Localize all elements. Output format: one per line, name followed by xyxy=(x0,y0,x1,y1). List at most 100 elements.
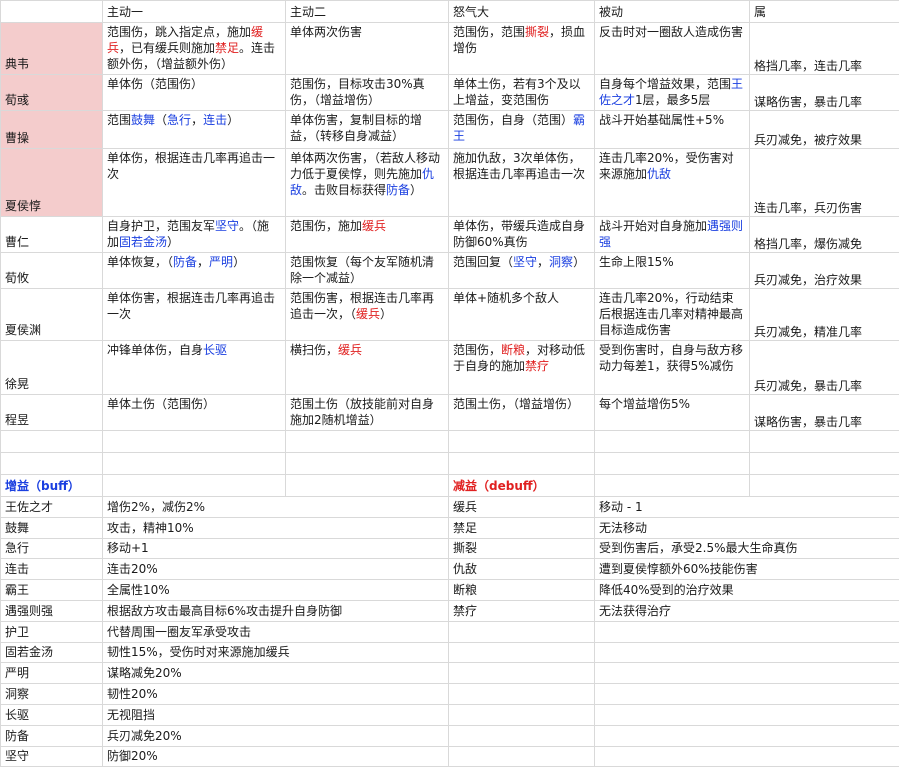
skill-cell-passive[interactable]: 受到伤害时，自身与敌方移动力每差1，获得5%减伤 xyxy=(594,340,750,395)
debuff-name[interactable]: 禁疗 xyxy=(448,599,595,622)
hero-name[interactable]: 曹操 xyxy=(0,110,103,149)
empty-cell[interactable] xyxy=(448,620,595,643)
skill-cell-rage[interactable]: 范围土伤，（增益增伤） xyxy=(448,394,595,431)
empty-cell[interactable] xyxy=(285,474,449,497)
hero-name[interactable]: 徐晃 xyxy=(0,340,103,395)
attribute-cell[interactable]: 格挡几率，连击几率 xyxy=(749,22,899,75)
hero-name[interactable]: 荀彧 xyxy=(0,74,103,111)
skill-cell-skill1[interactable]: 单体伤害，根据连击几率再追击一次 xyxy=(102,288,286,341)
empty-cell[interactable] xyxy=(0,430,103,453)
empty-cell[interactable] xyxy=(285,452,449,475)
buff-name[interactable]: 王佐之才 xyxy=(0,496,103,518)
empty-cell[interactable] xyxy=(448,430,595,453)
debuff-desc[interactable]: 遭到夏侯惇额外60%技能伤害 xyxy=(594,558,899,581)
buff-section-title[interactable]: 增益（buff） xyxy=(0,474,103,497)
skill-cell-rage[interactable]: 单体伤，带缓兵造成自身防御60%真伤 xyxy=(448,216,595,253)
buff-desc[interactable]: 防御20% xyxy=(102,745,449,768)
buff-desc[interactable]: 兵刃减免20% xyxy=(102,724,449,747)
column-header[interactable]: 怒气大 xyxy=(448,0,595,23)
skill-cell-rage[interactable]: 范围回复（坚守，洞察） xyxy=(448,252,595,289)
skill-cell-passive[interactable]: 连击几率20%，行动结束后根据连击几率对精神最高目标造成伤害 xyxy=(594,288,750,341)
buff-desc[interactable]: 连击20% xyxy=(102,558,449,581)
skill-cell-passive[interactable]: 每个增益增伤5% xyxy=(594,394,750,431)
empty-cell[interactable] xyxy=(594,703,899,726)
attribute-cell[interactable]: 格挡几率，爆伤减免 xyxy=(749,216,899,253)
skill-cell-passive[interactable]: 战斗开始基础属性+5% xyxy=(594,110,750,149)
column-header[interactable]: 主动二 xyxy=(285,0,449,23)
skill-cell-rage[interactable]: 单体土伤，若有3个及以上增益，变范围伤 xyxy=(448,74,595,111)
skill-cell-skill1[interactable]: 自身护卫，范围友军坚守。（施加固若金汤） xyxy=(102,216,286,253)
skill-cell-skill2[interactable]: 范围土伤（放技能前对自身施加2随机增益） xyxy=(285,394,449,431)
attribute-cell[interactable]: 谋略伤害，暴击几率 xyxy=(749,74,899,111)
empty-cell[interactable] xyxy=(0,452,103,475)
column-header[interactable]: 被动 xyxy=(594,0,750,23)
debuff-name[interactable]: 缓兵 xyxy=(448,496,595,518)
buff-desc[interactable]: 根据敌方攻击最高目标6%攻击提升自身防御 xyxy=(102,599,449,622)
hero-name[interactable]: 典韦 xyxy=(0,22,103,75)
empty-cell[interactable] xyxy=(285,430,449,453)
empty-cell[interactable] xyxy=(102,430,286,453)
attribute-cell[interactable]: 谋略伤害，暴击几率 xyxy=(749,394,899,431)
buff-desc[interactable]: 攻击，精神10% xyxy=(102,516,449,539)
empty-cell[interactable] xyxy=(594,452,750,475)
buff-name[interactable]: 急行 xyxy=(0,537,103,560)
skill-cell-skill2[interactable]: 横扫伤，缓兵 xyxy=(285,340,449,395)
skill-cell-skill2[interactable]: 范围伤，目标攻击30%真伤，（增益增伤） xyxy=(285,74,449,111)
empty-cell[interactable] xyxy=(594,641,899,664)
empty-cell[interactable] xyxy=(448,662,595,685)
skill-cell-skill1[interactable]: 范围伤，跳入指定点，施加缓兵，已有缓兵则施加禁足。连击额外伤，（增益额外伤） xyxy=(102,22,286,75)
debuff-name[interactable]: 禁足 xyxy=(448,516,595,539)
attribute-cell[interactable]: 兵刃减免，精准几率 xyxy=(749,288,899,341)
buff-desc[interactable]: 增伤2%，减伤2% xyxy=(102,496,449,518)
empty-cell[interactable] xyxy=(594,683,899,705)
column-header[interactable] xyxy=(0,0,103,23)
skill-cell-skill1[interactable]: 单体恢复，（防备，严明） xyxy=(102,252,286,289)
attribute-cell[interactable]: 兵刃减免，被疗效果 xyxy=(749,110,899,149)
buff-name[interactable]: 严明 xyxy=(0,662,103,685)
debuff-section-title[interactable]: 减益（debuff） xyxy=(448,474,595,497)
buff-desc[interactable]: 全属性10% xyxy=(102,579,449,601)
empty-cell[interactable] xyxy=(594,474,750,497)
skill-cell-passive[interactable]: 战斗开始对自身施加遇强则强 xyxy=(594,216,750,253)
hero-name[interactable]: 程昱 xyxy=(0,394,103,431)
buff-name[interactable]: 长驱 xyxy=(0,703,103,726)
skill-cell-skill2[interactable]: 单体伤害，复制目标的增益，（转移自身减益） xyxy=(285,110,449,149)
skill-cell-skill2[interactable]: 范围恢复（每个友军随机清除一个减益） xyxy=(285,252,449,289)
empty-cell[interactable] xyxy=(448,703,595,726)
empty-cell[interactable] xyxy=(749,474,899,497)
buff-desc[interactable]: 无视阻挡 xyxy=(102,703,449,726)
skill-cell-rage[interactable]: 施加仇敌，3次单体伤，根据连击几率再追击一次 xyxy=(448,148,595,217)
empty-cell[interactable] xyxy=(448,452,595,475)
skill-cell-skill2[interactable]: 范围伤，施加缓兵 xyxy=(285,216,449,253)
empty-cell[interactable] xyxy=(448,641,595,664)
empty-cell[interactable] xyxy=(594,745,899,768)
buff-name[interactable]: 坚守 xyxy=(0,745,103,768)
skill-cell-passive[interactable]: 连击几率20%，受伤害对来源施加仇敌 xyxy=(594,148,750,217)
buff-name[interactable]: 护卫 xyxy=(0,620,103,643)
buff-name[interactable]: 霸王 xyxy=(0,579,103,601)
skill-cell-passive[interactable]: 生命上限15% xyxy=(594,252,750,289)
buff-desc[interactable]: 谋略减免20% xyxy=(102,662,449,685)
debuff-desc[interactable]: 无法移动 xyxy=(594,516,899,539)
attribute-cell[interactable]: 兵刃减免，治疗效果 xyxy=(749,252,899,289)
hero-name[interactable]: 曹仁 xyxy=(0,216,103,253)
empty-cell[interactable] xyxy=(594,620,899,643)
skill-cell-skill1[interactable]: 范围鼓舞（急行，连击） xyxy=(102,110,286,149)
empty-cell[interactable] xyxy=(749,452,899,475)
skill-cell-rage[interactable]: 范围伤，自身（范围）霸王 xyxy=(448,110,595,149)
skill-cell-skill2[interactable]: 单体两次伤害 xyxy=(285,22,449,75)
skill-cell-rage[interactable]: 单体+随机多个敌人 xyxy=(448,288,595,341)
buff-name[interactable]: 遇强则强 xyxy=(0,599,103,622)
skill-cell-skill2[interactable]: 单体两次伤害，（若敌人移动力低于夏侯惇，则先施加仇敌。击败目标获得防备） xyxy=(285,148,449,217)
empty-cell[interactable] xyxy=(594,662,899,685)
buff-desc[interactable]: 韧性15%，受伤时对来源施加缓兵 xyxy=(102,641,449,664)
skill-cell-skill1[interactable]: 单体伤，根据连击几率再追击一次 xyxy=(102,148,286,217)
skill-cell-skill1[interactable]: 冲锋单体伤，自身长驱 xyxy=(102,340,286,395)
skill-cell-rage[interactable]: 范围伤，断粮，对移动低于自身的施加禁疗 xyxy=(448,340,595,395)
debuff-name[interactable]: 断粮 xyxy=(448,579,595,601)
buff-desc[interactable]: 代替周围一圈友军承受攻击 xyxy=(102,620,449,643)
skill-cell-passive[interactable]: 自身每个增益效果，范围王佐之才1层，最多5层 xyxy=(594,74,750,111)
empty-cell[interactable] xyxy=(448,745,595,768)
debuff-desc[interactable]: 无法获得治疗 xyxy=(594,599,899,622)
attribute-cell[interactable]: 连击几率，兵刃伤害 xyxy=(749,148,899,217)
